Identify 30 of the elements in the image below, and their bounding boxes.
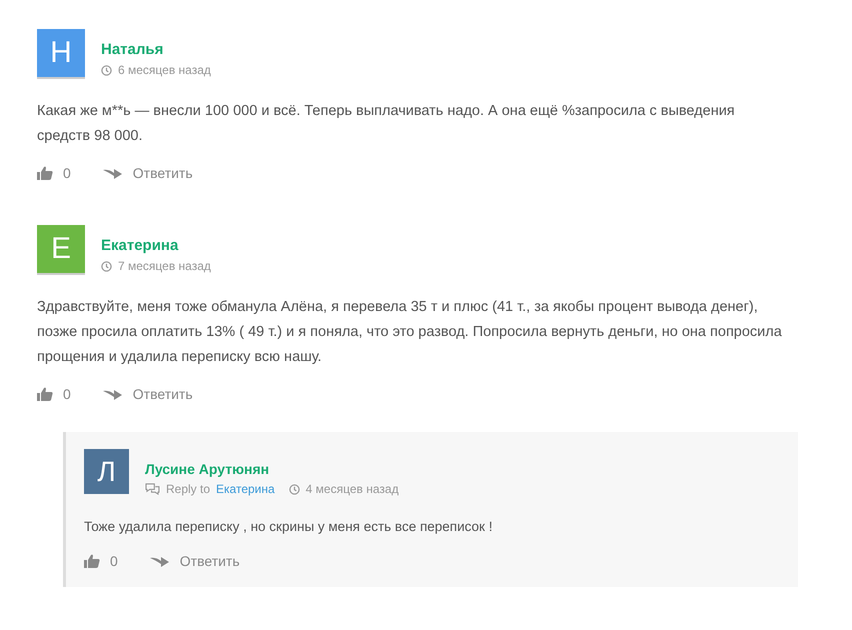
author-name[interactable]: Екатерина	[101, 237, 211, 254]
reply-arrow-icon	[102, 166, 123, 180]
reply-arrow-icon	[150, 554, 170, 568]
author-name[interactable]: Наталья	[101, 41, 211, 58]
reply-button[interactable]: Ответить	[180, 553, 240, 569]
author-name[interactable]: Лусине Арутюнян	[145, 461, 399, 477]
comment-text: Здравствуйте, меня тоже обманула Алёна, я перевела 35 т и плюс (41 т., за якобы процент вывода денег), позже просила оплатить 13% ( 49 т.) и я поняла, что это развод. Попросила вернуть деньги, но она попросила прощения и удалила переписку всю нашу.	[37, 298, 783, 367]
avatar: Е	[37, 225, 85, 273]
reply-arrow-icon	[102, 387, 123, 401]
like-count: 0	[63, 165, 71, 181]
like-count: 0	[63, 386, 71, 402]
comment-time: 7 месяцев назад	[118, 259, 211, 273]
clock-icon	[101, 260, 112, 272]
comment-time: 6 месяцев назад	[118, 63, 211, 77]
clock-icon	[101, 64, 112, 76]
thumbs-up-icon[interactable]	[84, 554, 100, 568]
clock-icon	[288, 484, 300, 494]
comment-text: Тоже удалила переписку , но скрины у меня есть все переписок !	[84, 518, 494, 536]
speech-bubbles-icon	[145, 483, 160, 495]
thumbs-up-icon[interactable]	[37, 387, 53, 401]
reply-to-link[interactable]: Екатерина	[216, 482, 275, 496]
thumbs-up-icon[interactable]	[37, 166, 53, 180]
comment-text: Какая же м**ь — внесли 100 000 и всё. Теперь выплачивать надо. А она ещё %запросила с выведения средств 98 000.	[37, 102, 736, 146]
avatar: Н	[37, 29, 85, 77]
reply-to-label: Reply to	[166, 482, 210, 496]
reply-button[interactable]: Ответить	[132, 386, 193, 402]
like-count: 0	[110, 553, 118, 569]
comment-time: 4 месяцев назад	[306, 482, 399, 496]
avatar: Л	[84, 449, 129, 494]
reply-button[interactable]: Ответить	[132, 165, 193, 181]
